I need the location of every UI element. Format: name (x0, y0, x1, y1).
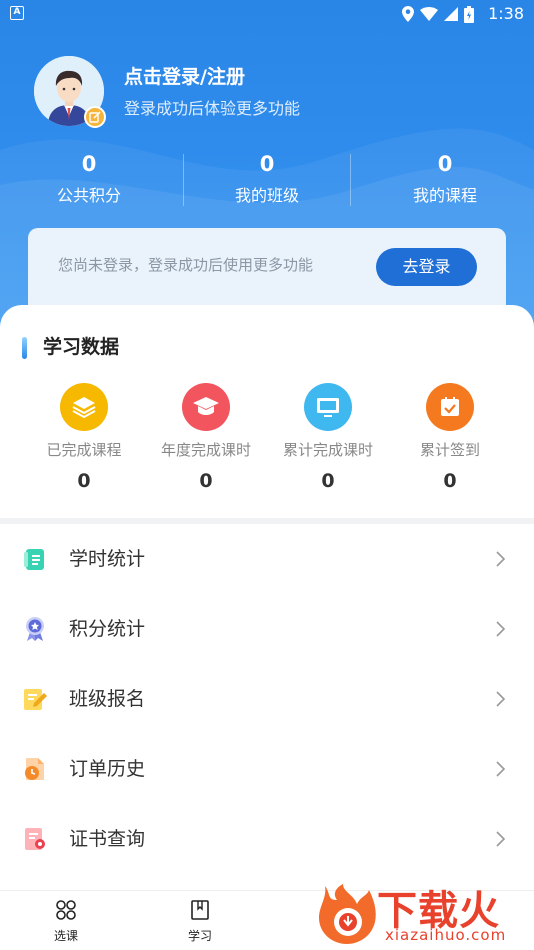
metric-label: 年度完成课时 (160, 441, 251, 459)
login-subtitle: 登录成功后体验更多功能 (124, 99, 301, 118)
metric-value: 0 (443, 470, 457, 492)
graduation-cap-icon (182, 383, 230, 431)
watermark-url: xiazaihuo.com (385, 926, 507, 944)
metric-checkins[interactable]: 累计签到 0 (389, 383, 511, 492)
app-notification-icon: A (10, 6, 24, 20)
go-login-button[interactable]: 去登录 (376, 248, 477, 286)
section-accent-bar (22, 337, 27, 359)
chevron-right-icon (496, 831, 506, 847)
stat-label: 公共积分 (56, 186, 121, 205)
edit-avatar-button[interactable] (84, 106, 106, 128)
stat-public-points[interactable]: 0 公共积分 (0, 150, 178, 212)
signal-icon (444, 7, 458, 21)
calendar-check-icon (426, 383, 474, 431)
order-clock-icon (25, 758, 44, 780)
login-register-link[interactable]: 点击登录/注册 (124, 62, 245, 89)
metric-label: 累计完成课时 (282, 441, 373, 459)
notebook-icon (24, 549, 44, 570)
login-prompt-text: 您尚未登录，登录成功后使用更多功能 (58, 256, 314, 274)
battery-icon (464, 5, 474, 23)
status-time: 1:38 (488, 4, 524, 23)
stat-divider (350, 154, 351, 206)
menu-label: 学时统计 (69, 548, 146, 570)
metric-value: 0 (199, 470, 213, 492)
chevron-right-icon (496, 691, 506, 707)
stat-value: 0 (437, 152, 453, 176)
tab-study[interactable]: 学习 (170, 899, 230, 944)
menu-label: 订单历史 (69, 758, 146, 780)
grid-icon (56, 900, 76, 920)
metric-value: 0 (77, 470, 91, 492)
menu-item-hours-stats[interactable]: 学时统计 (0, 524, 534, 594)
stat-value: 0 (81, 152, 97, 176)
location-icon (402, 6, 414, 22)
stat-divider (183, 154, 184, 206)
menu-list: 学时统计 积分统计 班级报名 订单历史 证书查询 (0, 524, 534, 874)
metric-value: 0 (321, 470, 335, 492)
edit-form-icon (24, 689, 47, 710)
tab-course-select[interactable]: 选课 (36, 899, 96, 944)
chevron-right-icon (496, 551, 506, 567)
layers-icon (60, 383, 108, 431)
metric-total-hours[interactable]: 累计完成课时 0 (267, 383, 389, 492)
flame-logo-icon (319, 884, 376, 944)
study-data-card: 学习数据 已完成课程 0 年度完成课时 0 累计完成课时 0 累计签到 0 (0, 305, 534, 520)
menu-item-points-stats[interactable]: 积分统计 (0, 594, 534, 664)
book-icon (191, 900, 209, 920)
menu-item-class-signup[interactable]: 班级报名 (0, 664, 534, 734)
stat-value: 0 (259, 152, 275, 176)
certificate-icon (25, 828, 45, 850)
monitor-icon (304, 383, 352, 431)
edit-icon (89, 111, 101, 123)
metric-completed-courses[interactable]: 已完成课程 0 (23, 383, 145, 492)
stat-my-classes[interactable]: 0 我的班级 (178, 150, 356, 212)
stats-row: 0 公共积分 0 我的班级 0 我的课程 (0, 150, 534, 212)
site-watermark: 下载火 xiazaihuo.com (315, 880, 534, 950)
chevron-right-icon (496, 621, 506, 637)
stat-label: 我的课程 (412, 186, 477, 205)
metric-label: 累计签到 (419, 441, 480, 459)
status-bar: A 1:38 (0, 0, 534, 28)
section-title: 学习数据 (43, 336, 120, 358)
tab-label: 选课 (53, 929, 78, 943)
menu-item-order-history[interactable]: 订单历史 (0, 734, 534, 804)
wifi-icon (420, 7, 438, 21)
menu-item-certificate-query[interactable]: 证书查询 (0, 804, 534, 874)
stat-label: 我的班级 (234, 186, 299, 205)
tab-label: 学习 (187, 929, 212, 943)
metric-annual-hours[interactable]: 年度完成课时 0 (145, 383, 267, 492)
menu-label: 班级报名 (69, 688, 146, 710)
chevron-right-icon (496, 761, 506, 777)
stat-my-courses[interactable]: 0 我的课程 (356, 150, 534, 212)
metric-label: 已完成课程 (46, 441, 122, 459)
medal-icon (26, 617, 44, 641)
menu-label: 积分统计 (69, 618, 146, 640)
menu-label: 证书查询 (69, 828, 146, 850)
